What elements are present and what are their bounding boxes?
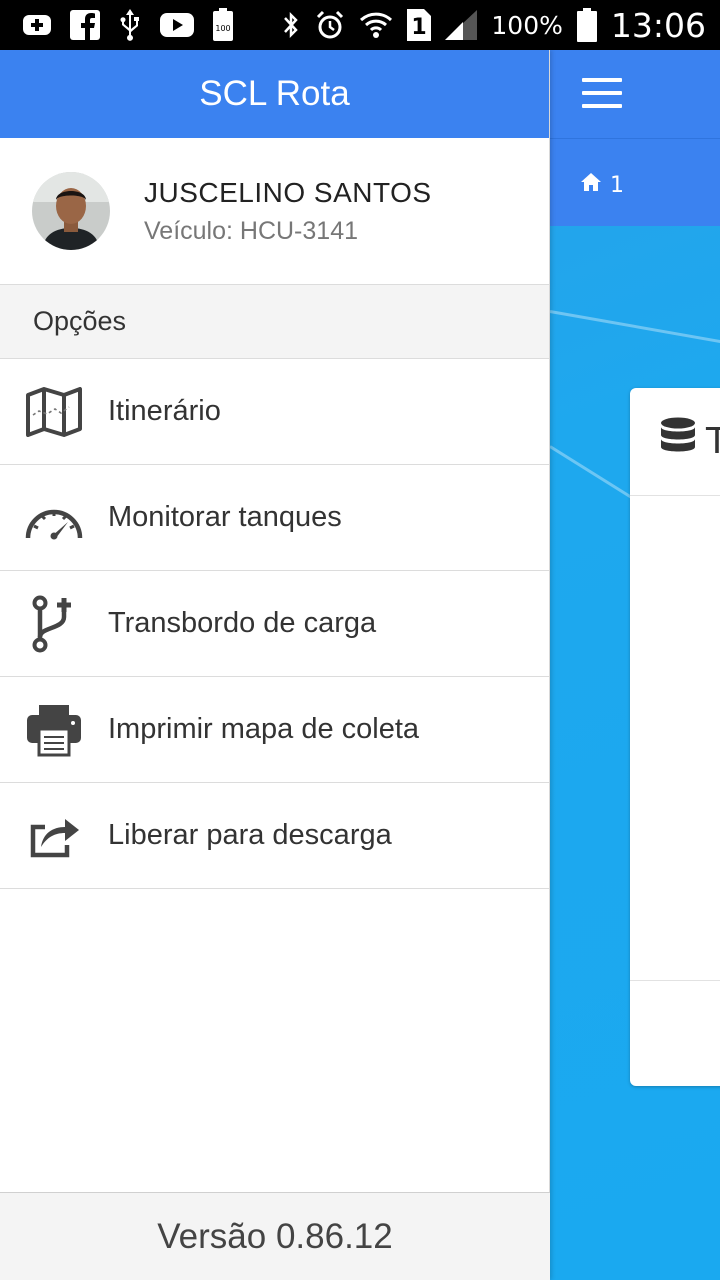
bluetooth-icon [281, 10, 301, 40]
drawer-header: SCL Rota [0, 50, 549, 138]
breadcrumb-number: 1 [610, 172, 624, 198]
background-streak [549, 310, 720, 352]
menu-item-label: Itinerário [108, 395, 221, 427]
breadcrumb[interactable]: 1 [580, 172, 624, 198]
menu-item-print-map[interactable]: Imprimir mapa de coleta [0, 677, 549, 783]
avatar[interactable] [32, 172, 110, 250]
facebook-icon [70, 10, 100, 40]
youtube-icon [160, 10, 194, 40]
card-footer [630, 980, 720, 981]
alarm-icon [315, 10, 345, 40]
menu-item-itinerary[interactable]: Itinerário [0, 359, 549, 465]
menu-item-release-unload[interactable]: Liberar para descarga [0, 783, 549, 889]
home-icon [580, 172, 602, 198]
menu-item-label: Transbordo de carga [108, 607, 377, 639]
signal-icon [445, 10, 478, 40]
usb-icon [118, 9, 142, 41]
version-label: Versão 0.86.12 [157, 1216, 393, 1256]
share-icon [24, 806, 84, 866]
version-footer: Versão 0.86.12 [0, 1192, 550, 1280]
user-profile[interactable]: JUSCELINO SANTOS Veículo: HCU-3141 [0, 138, 549, 285]
content-card: T [630, 388, 720, 1086]
card-title: T [706, 421, 720, 462]
wifi-icon [359, 10, 393, 40]
battery-icon [576, 8, 597, 42]
menu-item-label: Imprimir mapa de coleta [108, 713, 420, 745]
hamburger-menu-icon[interactable] [582, 78, 622, 108]
sim-slot-label: 1 [412, 15, 427, 40]
card-header: T [630, 388, 720, 496]
battery-saver-icon: 100 [212, 8, 234, 41]
sim-icon: 1 [407, 9, 432, 41]
menu-item-monitor-tanks[interactable]: Monitorar tanques [0, 465, 549, 571]
add-box-icon [22, 10, 52, 40]
database-icon [660, 417, 696, 466]
printer-icon [24, 700, 84, 760]
vehicle-label: Veículo: HCU-3141 [144, 216, 359, 245]
menu-item-label: Liberar para descarga [108, 819, 392, 851]
gauge-icon [24, 488, 84, 548]
menu-item-label: Monitorar tanques [108, 501, 342, 533]
branch-plus-icon [24, 594, 84, 654]
menu-item-cargo-transfer[interactable]: Transbordo de carga [0, 571, 549, 677]
status-bar: 100 1 100% 13:06 [0, 0, 720, 50]
navigation-drawer: SCL Rota JUSCELINO SANTOS Veículo: HCU-3… [0, 50, 550, 1280]
app-title: SCL Rota [199, 74, 350, 113]
user-name: JUSCELINO SANTOS [144, 176, 432, 208]
battery-percent: 100% [491, 10, 563, 40]
section-header-options: Opções [0, 285, 549, 359]
battery-saver-label: 100 [215, 24, 230, 33]
map-icon [24, 382, 84, 442]
clock: 13:06 [610, 5, 706, 45]
